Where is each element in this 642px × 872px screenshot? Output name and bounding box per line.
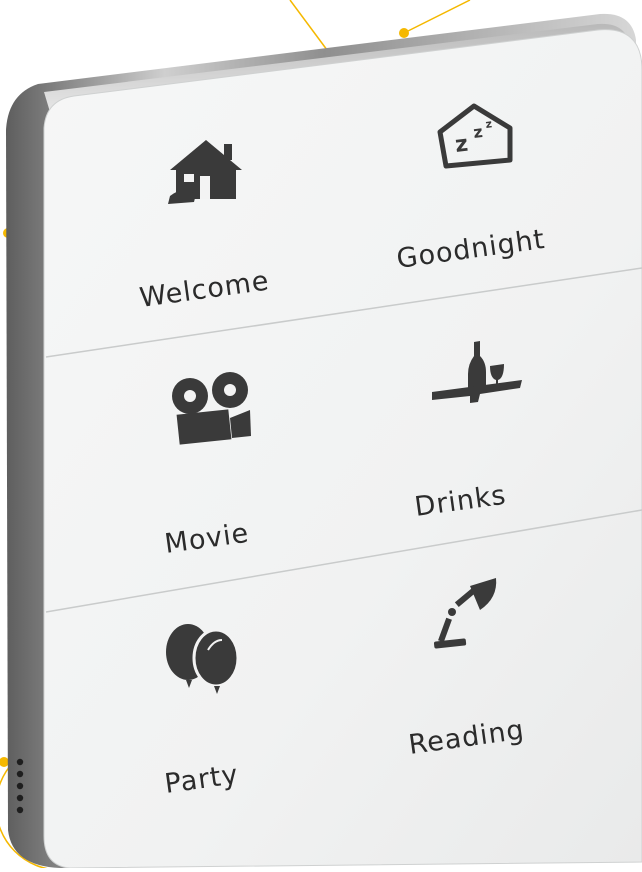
smart-switch-illustration: Welcome z z z Goodnight Movie Drinks Par…: [0, 0, 642, 871]
glass-panel: [43, 29, 642, 869]
product-image: Welcome z z z Goodnight Movie Drinks Par…: [0, 0, 642, 871]
